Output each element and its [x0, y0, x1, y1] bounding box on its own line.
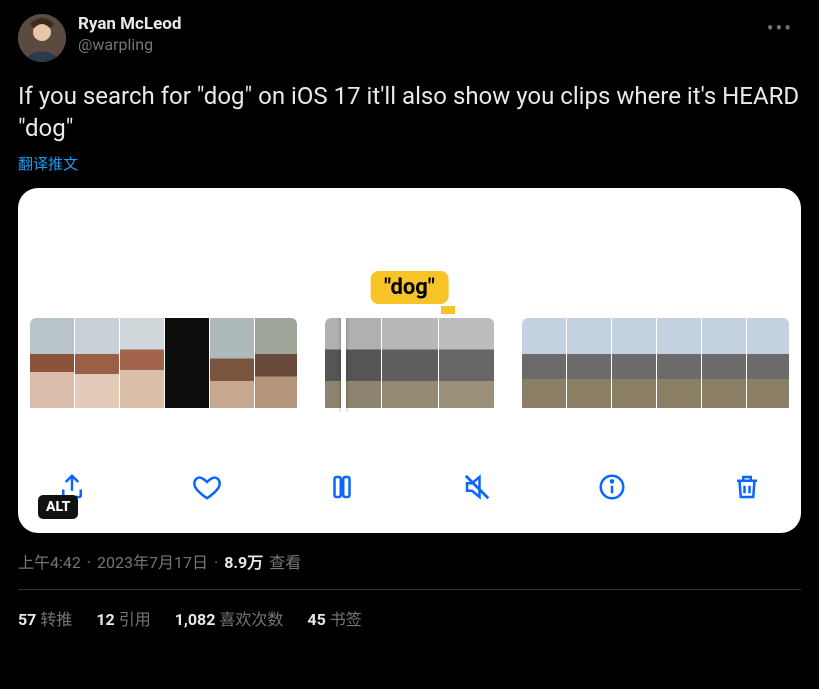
- thumbnail: [120, 318, 164, 408]
- thumbnail: [439, 318, 494, 408]
- more-icon[interactable]: •••: [759, 14, 801, 42]
- pause-icon[interactable]: [324, 469, 360, 505]
- thumbnail: [522, 318, 566, 408]
- media-card[interactable]: "dog": [18, 188, 801, 533]
- likes-stat[interactable]: 1,082喜欢次数: [175, 606, 284, 630]
- views-label: 查看: [269, 549, 301, 573]
- tweet-container: Ryan McLeod @warpling ••• If you search …: [0, 0, 819, 630]
- thumbnail: [657, 318, 701, 408]
- thumbnail: [612, 318, 656, 408]
- video-timeline[interactable]: [18, 318, 801, 412]
- views-count[interactable]: 8.9万: [224, 549, 263, 573]
- tweet-stats: 57转推 12 引用 1,082喜欢次数 45 书签: [18, 606, 801, 630]
- clip-group-2-active[interactable]: [325, 318, 494, 412]
- alt-badge[interactable]: ALT: [38, 495, 78, 519]
- dot: ·: [87, 553, 91, 572]
- bookmarks-count: 45: [307, 610, 325, 629]
- retweets-stat[interactable]: 57转推: [18, 606, 72, 630]
- media-top-area: "dog": [18, 188, 801, 318]
- likes-label: 喜欢次数: [219, 610, 283, 629]
- mute-icon[interactable]: [459, 469, 495, 505]
- bookmarks-label: 书签: [330, 610, 362, 629]
- playhead[interactable]: [341, 318, 346, 412]
- clip-group-3[interactable]: [522, 318, 789, 412]
- thumbnail: [165, 318, 209, 408]
- media-toolbar: [18, 447, 801, 533]
- divider: [18, 589, 801, 590]
- thumbnail: [75, 318, 119, 408]
- thumbnail: [567, 318, 611, 408]
- translate-link[interactable]: 翻译推文: [18, 153, 801, 174]
- thumbnail: [30, 318, 74, 408]
- tweet-meta: 上午4:42 · 2023年7月17日 · 8.9万 查看: [18, 549, 801, 573]
- thumbnail: [255, 318, 297, 408]
- search-term-bubble: "dog": [370, 271, 449, 304]
- tweet-header: Ryan McLeod @warpling •••: [18, 14, 801, 62]
- clip-group-1[interactable]: [30, 318, 297, 412]
- search-term-tick: [441, 306, 455, 314]
- thumbnail: [210, 318, 254, 408]
- tweet-time[interactable]: 上午4:42: [18, 549, 81, 573]
- trash-icon[interactable]: [729, 469, 765, 505]
- bookmarks-stat[interactable]: 45 书签: [307, 606, 361, 630]
- retweets-count: 57: [18, 610, 36, 629]
- thumbnail: [702, 318, 746, 408]
- retweets-label: 转推: [40, 610, 72, 629]
- thumbnail: [382, 318, 438, 408]
- info-icon[interactable]: [594, 469, 630, 505]
- avatar[interactable]: [18, 14, 66, 62]
- tweet-text: If you search for "dog" on iOS 17 it'll …: [18, 80, 801, 145]
- thumbnail: [325, 318, 381, 408]
- tweet-date[interactable]: 2023年7月17日: [97, 549, 208, 573]
- display-name[interactable]: Ryan McLeod: [78, 14, 181, 35]
- author-names: Ryan McLeod @warpling: [78, 14, 181, 55]
- heart-icon[interactable]: [189, 469, 225, 505]
- dot: ·: [214, 553, 218, 572]
- likes-count: 1,082: [175, 610, 216, 629]
- quotes-count: 12: [96, 610, 114, 629]
- quotes-label: 引用: [119, 610, 151, 629]
- quotes-stat[interactable]: 12 引用: [96, 606, 150, 630]
- handle[interactable]: @warpling: [78, 35, 181, 55]
- thumbnail: [747, 318, 789, 408]
